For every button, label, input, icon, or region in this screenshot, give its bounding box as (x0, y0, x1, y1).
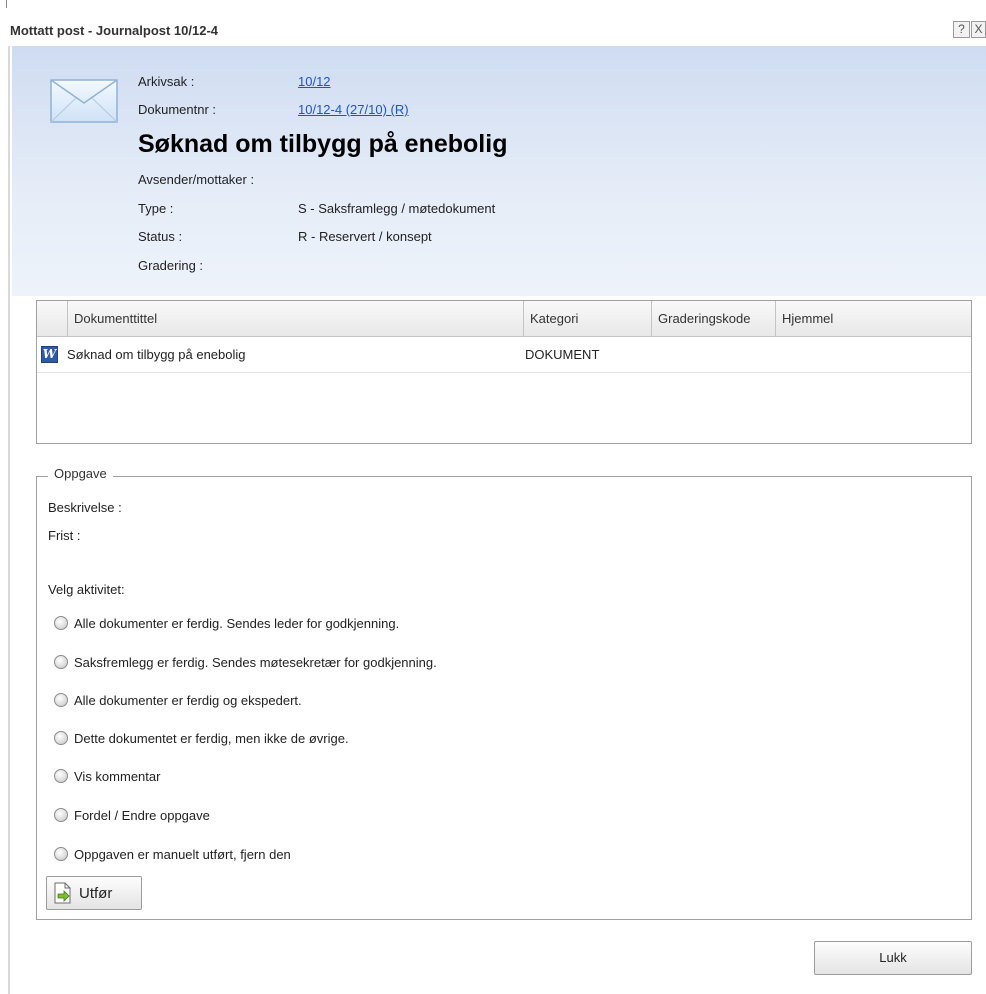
envelope-icon (50, 79, 118, 123)
table-header: Dokumenttittel Kategori Graderingskode H… (37, 301, 971, 337)
column-header-hjemmel[interactable]: Hjemmel (775, 301, 971, 337)
column-header-kategori[interactable]: Kategori (523, 301, 651, 337)
close-window-button[interactable]: X (971, 21, 986, 38)
execute-document-icon (54, 882, 71, 904)
word-document-icon: W (41, 346, 58, 363)
row-dokumenttittel: Søknad om tilbygg på enebolig (67, 347, 246, 362)
document-title: Søknad om tilbygg på enebolig (138, 130, 508, 158)
frist-label: Frist : (48, 528, 81, 543)
gradering-label: Gradering : (138, 258, 204, 273)
activity-option-label: Oppgaven er manuelt utført, fjern den (74, 846, 291, 862)
window-left-border (8, 32, 10, 994)
dokumentnr-label: Dokumentnr : (138, 102, 217, 117)
radio-button[interactable] (54, 731, 68, 745)
window-titlebar: Mottatt post - Journalpost 10/12-4 ? X (0, 16, 986, 46)
execute-button[interactable]: Utfør (46, 876, 142, 910)
column-header-graderingskode[interactable]: Graderingskode (651, 301, 775, 337)
activity-option-3[interactable]: Alle dokumenter er ferdig og ekspedert. (54, 691, 302, 709)
activity-option-5[interactable]: Vis kommentar (54, 767, 160, 785)
arkivsak-link[interactable]: 10/12 (298, 74, 331, 89)
type-value: S - Saksframlegg / møtedokument (298, 201, 496, 216)
velg-aktivitet-label: Velg aktivitet: (48, 582, 125, 597)
radio-button[interactable] (54, 655, 68, 669)
beskrivelse-label: Beskrivelse : (48, 500, 122, 515)
activity-option-label: Alle dokumenter er ferdig. Sendes leder … (74, 615, 400, 631)
radio-button[interactable] (54, 769, 68, 783)
arkivsak-label: Arkivsak : (138, 74, 195, 89)
activity-option-label: Fordel / Endre oppgave (74, 807, 210, 823)
radio-button[interactable] (54, 808, 68, 822)
close-button[interactable]: Lukk (814, 941, 972, 975)
status-label: Status : (138, 229, 183, 244)
activity-option-label: Saksfremlegg er ferdig. Sendes møtesekre… (74, 654, 437, 670)
window-edge-tick (6, 0, 7, 8)
avsender-label: Avsender/mottaker : (138, 172, 255, 187)
activity-option-4[interactable]: Dette dokumentet er ferdig, men ikke de … (54, 729, 349, 747)
status-value: R - Reservert / konsept (298, 229, 432, 244)
row-kategori: DOKUMENT (525, 347, 600, 362)
document-table: Dokumenttittel Kategori Graderingskode H… (36, 300, 972, 444)
document-header-panel: Arkivsak : 10/12 Dokumentnr : 10/12-4 (2… (12, 46, 986, 296)
activity-option-label: Alle dokumenter er ferdig og ekspedert. (74, 692, 302, 708)
row-divider (37, 372, 971, 373)
activity-option-label: Vis kommentar (74, 768, 161, 784)
radio-button[interactable] (54, 616, 68, 630)
radio-button[interactable] (54, 693, 68, 707)
execute-button-label: Utfør (79, 884, 113, 902)
activity-option-6[interactable]: Fordel / Endre oppgave (54, 806, 210, 824)
activity-option-7[interactable]: Oppgaven er manuelt utført, fjern den (54, 845, 291, 863)
type-label: Type : (138, 201, 174, 216)
activity-option-2[interactable]: Saksfremlegg er ferdig. Sendes møtesekre… (54, 653, 437, 671)
activity-option-label: Dette dokumentet er ferdig, men ikke de … (74, 730, 349, 746)
radio-button[interactable] (54, 847, 68, 861)
dokumentnr-link[interactable]: 10/12-4 (27/10) (R) (298, 102, 409, 117)
column-header-dokumenttittel[interactable]: Dokumenttittel (67, 301, 523, 337)
help-button[interactable]: ? (953, 21, 970, 38)
activity-option-1[interactable]: Alle dokumenter er ferdig. Sendes leder … (54, 614, 399, 632)
window-title: Mottatt post - Journalpost 10/12-4 (10, 23, 219, 38)
task-legend: Oppgave (48, 466, 113, 481)
